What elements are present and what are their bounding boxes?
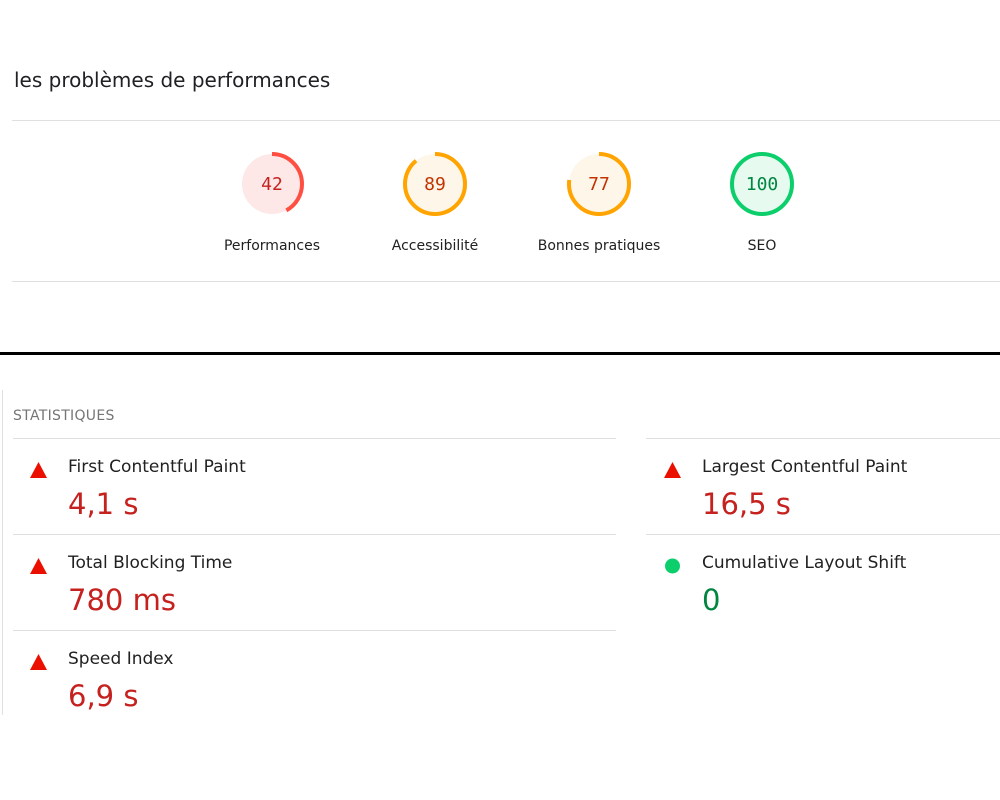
seo-label: SEO xyxy=(747,238,777,254)
metric-label: Cumulative Layout Shift xyxy=(702,553,907,573)
gauge-seo[interactable]: 100 SEO xyxy=(682,150,842,254)
panel-left-border xyxy=(2,390,3,715)
page-title: les problèmes de performances xyxy=(14,68,331,92)
metric-cumulative-layout-shift[interactable]: Cumulative Layout Shift 0 xyxy=(664,553,984,633)
metric-largest-contentful-paint[interactable]: Largest Contentful Paint 16,5 s xyxy=(664,457,984,537)
accessibility-score: 89 xyxy=(424,174,446,195)
best-practices-score: 77 xyxy=(588,174,610,195)
metric-speed-index[interactable]: Speed Index 6,9 s xyxy=(30,649,350,729)
score-gauges: 42 Performances 89 Accessibilité 77 Bonn… xyxy=(0,150,1000,270)
red-triangle-icon xyxy=(30,462,47,478)
header-divider xyxy=(12,120,1000,121)
red-triangle-icon xyxy=(30,654,47,670)
metric-value: 780 ms xyxy=(68,583,176,617)
metric-value: 4,1 s xyxy=(68,487,139,521)
metric-label: Largest Contentful Paint xyxy=(702,457,908,477)
gauge-best-practices[interactable]: 77 Bonnes pratiques xyxy=(519,150,679,254)
gauge-accessibility[interactable]: 89 Accessibilité xyxy=(355,150,515,254)
metric-divider xyxy=(646,438,1000,439)
metric-total-blocking-time[interactable]: Total Blocking Time 780 ms xyxy=(30,553,350,633)
gauges-divider xyxy=(12,281,1000,282)
red-triangle-icon xyxy=(664,462,681,478)
seo-gauge-ring: 100 xyxy=(730,152,794,216)
metric-label: First Contentful Paint xyxy=(68,457,246,477)
accessibility-gauge-ring: 89 xyxy=(403,152,467,216)
accessibility-label: Accessibilité xyxy=(391,238,479,254)
performance-gauge-ring: 42 xyxy=(240,152,304,216)
metric-label: Speed Index xyxy=(68,649,174,669)
seo-score: 100 xyxy=(746,174,779,195)
gauge-performance[interactable]: 42 Performances xyxy=(192,150,352,254)
best-practices-label: Bonnes pratiques xyxy=(537,238,661,254)
section-divider xyxy=(0,352,1000,355)
red-triangle-icon xyxy=(30,558,47,574)
metric-value: 0 xyxy=(702,583,721,617)
metrics-heading: STATISTIQUES xyxy=(13,408,115,424)
metric-value: 16,5 s xyxy=(702,487,791,521)
metric-label: Total Blocking Time xyxy=(68,553,233,573)
metric-value: 6,9 s xyxy=(68,679,139,713)
performance-label: Performances xyxy=(223,238,320,254)
green-circle-icon xyxy=(665,558,680,574)
performance-score: 42 xyxy=(261,174,283,195)
best-practices-gauge-ring: 77 xyxy=(567,152,631,216)
metric-divider xyxy=(13,438,616,439)
metrics-panel: STATISTIQUES First Contentful Paint 4,1 … xyxy=(0,390,1000,715)
metric-first-contentful-paint[interactable]: First Contentful Paint 4,1 s xyxy=(30,457,350,537)
